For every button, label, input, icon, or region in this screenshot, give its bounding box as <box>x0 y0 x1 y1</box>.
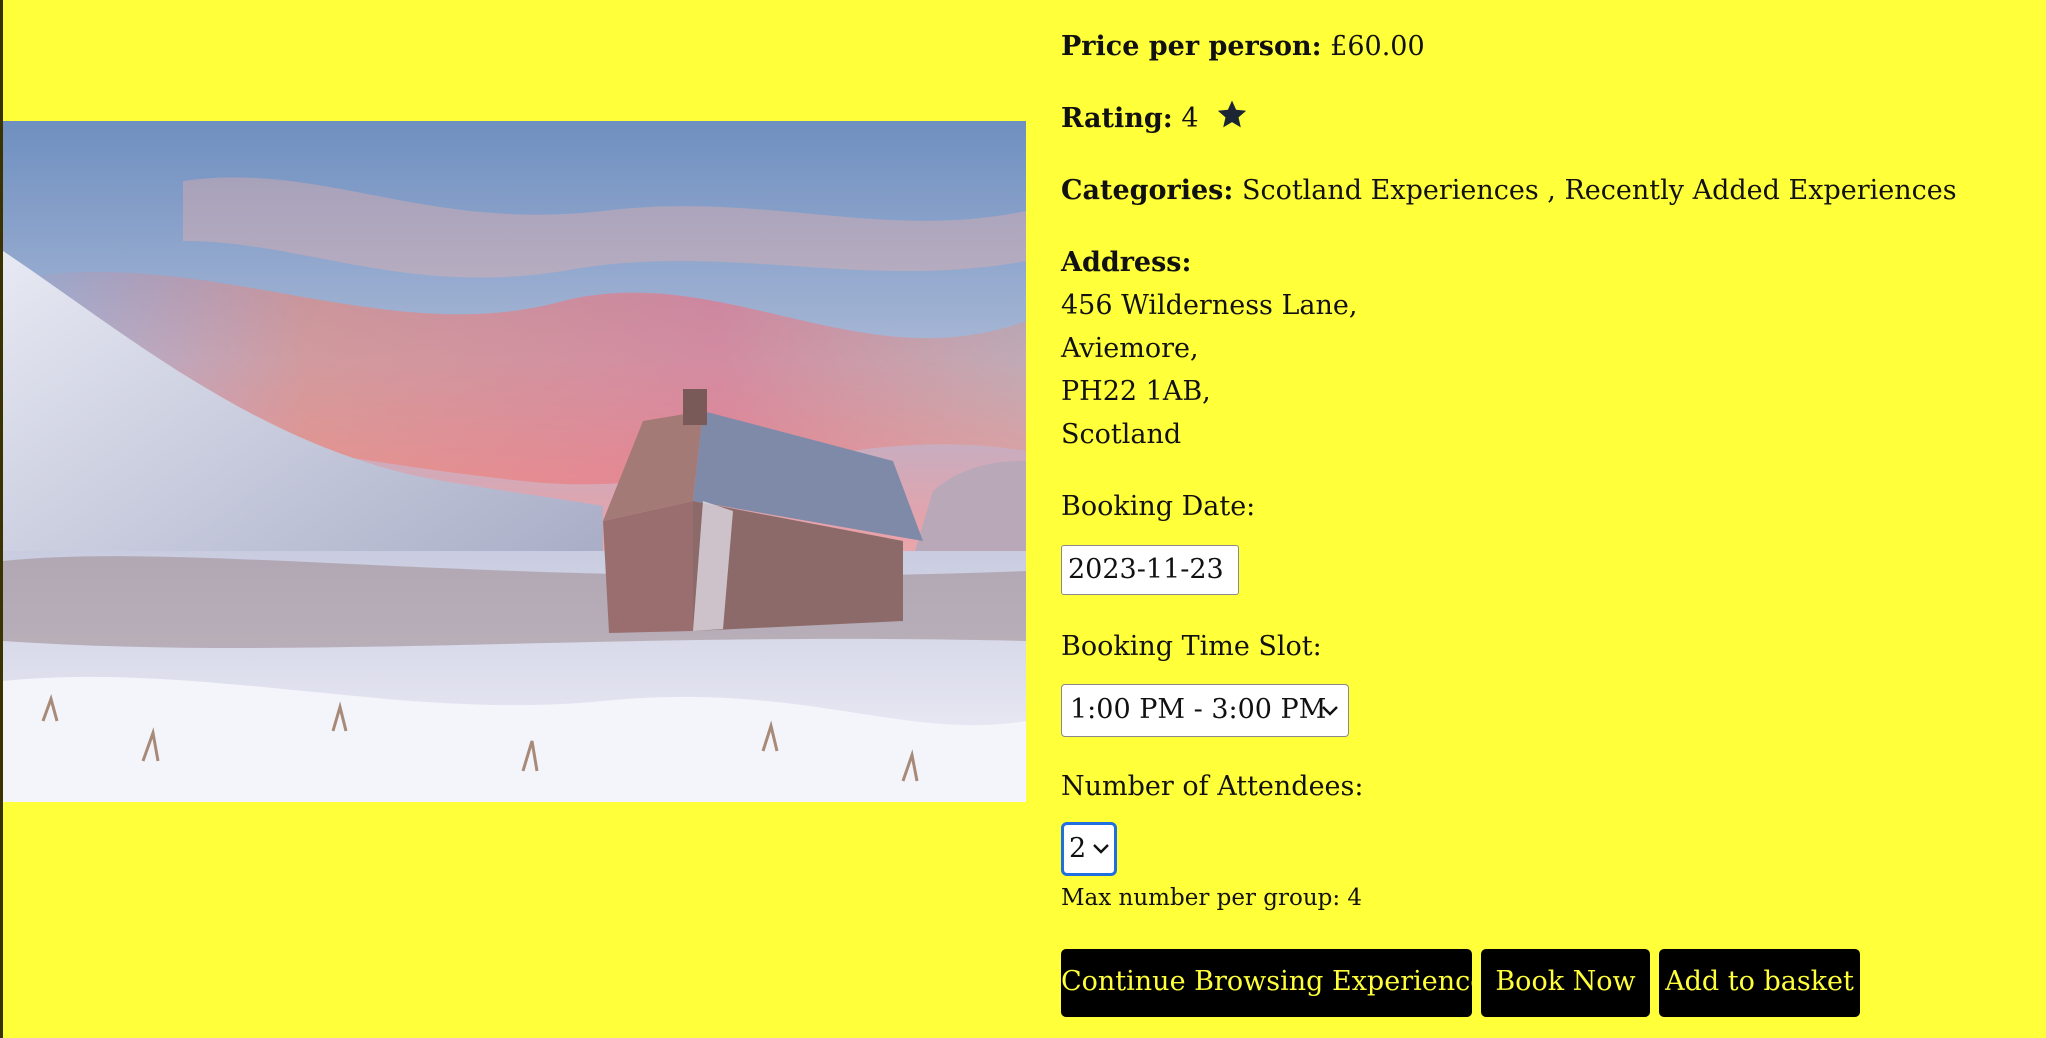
booking-date-label: Booking Date: <box>1061 491 1256 522</box>
address-label: Address: <box>1061 247 1192 278</box>
star-icon <box>1217 100 1247 128</box>
address-line: Scotland <box>1061 419 1182 450</box>
rating-row: Rating: 4 <box>1061 97 1249 140</box>
price-label: Price per person: <box>1061 31 1322 62</box>
continue-browsing-button[interactable]: Continue Browsing Experiences <box>1061 949 1500 1017</box>
price-row: Price per person: £60.00 <box>1061 25 1425 68</box>
rating-label: Rating: <box>1061 103 1173 134</box>
mountain-bothy-image <box>3 121 1026 802</box>
categories-row: Categories: Scotland Experiences , Recen… <box>1061 169 1957 212</box>
address-line: PH22 1AB, <box>1061 376 1211 407</box>
attendees-select[interactable]: 2 <box>1061 822 1117 876</box>
attendees-label: Number of Attendees: <box>1061 771 1364 802</box>
booking-time-label: Booking Time Slot: <box>1061 631 1322 662</box>
address-label-row: Address: <box>1061 241 1191 284</box>
booking-date-input[interactable]: 2023-11-23 <box>1061 545 1239 595</box>
attendees-value: 2 <box>1069 833 1087 864</box>
address-line: Aviemore, <box>1061 333 1199 364</box>
booking-time-select[interactable]: 1:00 PM - 3:00 PM <box>1061 684 1349 737</box>
chevron-down-icon <box>1322 706 1338 716</box>
booking-time-value: 1:00 PM - 3:00 PM <box>1070 694 1327 725</box>
price-value: £60.00 <box>1330 31 1425 62</box>
rating-value: 4 <box>1181 103 1199 134</box>
experience-photo <box>3 121 1026 802</box>
chevron-down-icon <box>1093 844 1109 854</box>
categories-label: Categories: <box>1061 175 1234 206</box>
address-line: 456 Wilderness Lane, <box>1061 290 1358 321</box>
max-group-note: Max number per group: 4 <box>1061 885 1363 911</box>
add-to-basket-button[interactable]: Add to basket <box>1659 949 1860 1017</box>
categories-value: Scotland Experiences , Recently Added Ex… <box>1241 175 1957 206</box>
book-now-button[interactable]: Book Now <box>1481 949 1650 1017</box>
